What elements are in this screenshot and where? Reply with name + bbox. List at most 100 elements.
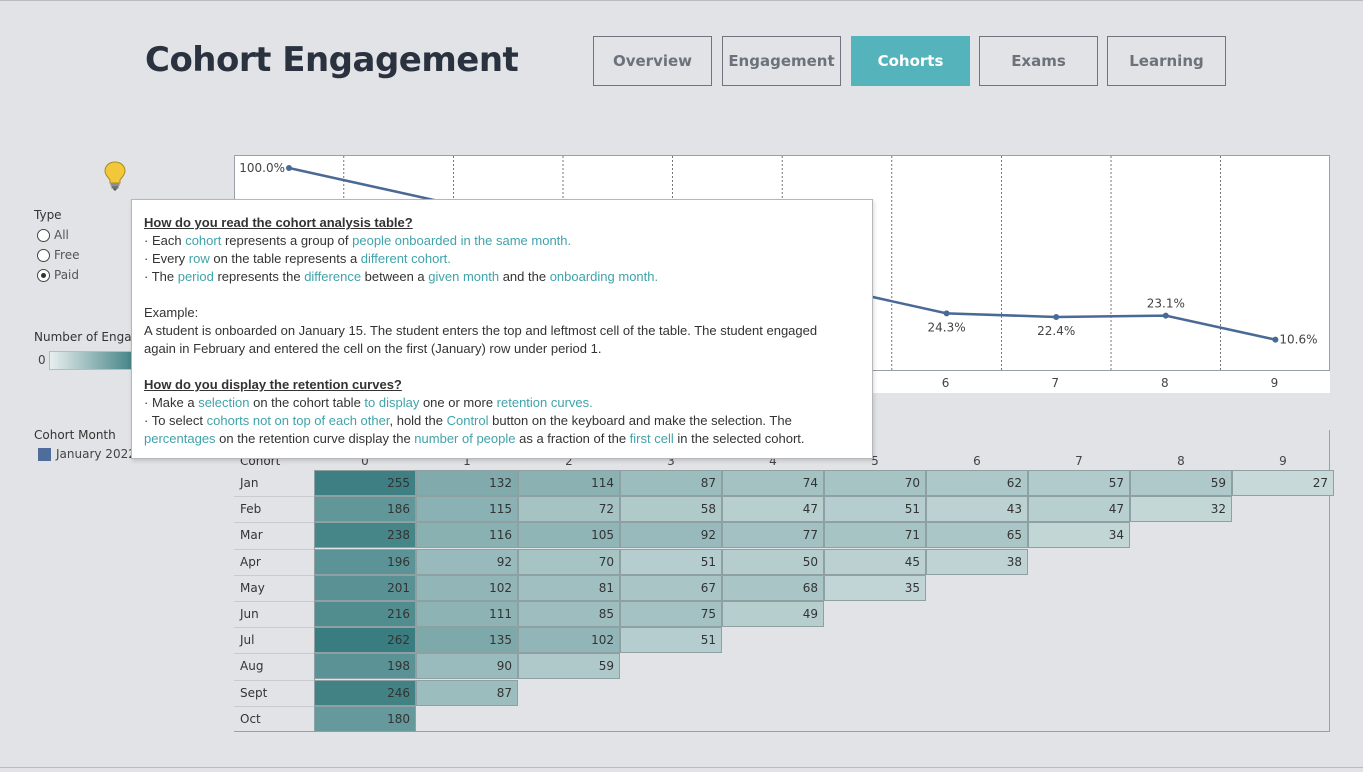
cohort-table[interactable]: Cohort 0 1 2 3 4 5 6 7 8 9 Jan 255 132 114 87 74 70 62 57 5… — [234, 430, 1334, 732]
lightbulb-icon[interactable] — [103, 160, 127, 192]
cohort-cell[interactable]: 59 — [518, 653, 620, 680]
cohort-cell[interactable]: 196 — [314, 548, 416, 575]
cohort-cell[interactable]: 116 — [416, 522, 518, 549]
cohort-cell[interactable]: 90 — [416, 653, 518, 680]
cohort-cell[interactable]: 115 — [416, 496, 518, 523]
cohort-cell[interactable]: 87 — [416, 679, 518, 706]
cohort-cell[interactable]: 72 — [518, 496, 620, 523]
data-point[interactable] — [1053, 313, 1060, 320]
cohort-cell[interactable]: 198 — [314, 653, 416, 680]
period-header: 7 — [1075, 454, 1083, 468]
period-header: 9 — [1279, 454, 1287, 468]
cohort-cell[interactable]: 51 — [620, 548, 722, 575]
cohort-cell[interactable]: 81 — [518, 574, 620, 601]
row-divider — [234, 522, 314, 524]
cohort-cell[interactable]: 186 — [314, 496, 416, 523]
cohort-cell[interactable]: 47 — [722, 496, 824, 523]
cohort-cell[interactable]: 62 — [926, 470, 1028, 496]
cohort-cell[interactable]: 34 — [1028, 522, 1130, 549]
cohort-cell[interactable]: 75 — [620, 601, 722, 627]
cohort-cell[interactable]: 50 — [722, 548, 824, 575]
tooltip-text: · Every — [144, 251, 189, 266]
cohort-cell[interactable]: 87 — [620, 470, 722, 496]
cohort-row-label[interactable]: Oct — [240, 712, 261, 726]
cohort-cell[interactable]: 70 — [824, 470, 926, 496]
cohort-cell[interactable]: 45 — [824, 548, 926, 575]
radio-button[interactable] — [37, 268, 50, 282]
cohort-cell[interactable]: 92 — [416, 548, 518, 575]
cohort-cell[interactable]: 262 — [314, 627, 416, 654]
radio-button[interactable] — [37, 248, 50, 262]
cohort-cell[interactable]: 102 — [518, 627, 620, 654]
engagement-color-ramp — [49, 351, 139, 370]
tooltip-text: percentages — [144, 431, 216, 446]
cohort-cell[interactable]: 59 — [1130, 470, 1232, 496]
tab-cohorts[interactable]: Cohorts — [851, 36, 970, 86]
radio-button[interactable] — [37, 228, 50, 242]
cohort-cell[interactable]: 102 — [416, 574, 518, 601]
data-label: 10.6% — [1279, 333, 1317, 347]
cohort-row-label[interactable]: Jun — [240, 607, 259, 621]
tooltip-example-line: A student is onboarded on January 15. Th… — [144, 323, 818, 338]
data-label: 23.1% — [1147, 297, 1185, 311]
tab-engagement[interactable]: Engagement — [722, 36, 841, 86]
cohort-cell[interactable]: 43 — [926, 496, 1028, 523]
cohort-cell[interactable]: 135 — [416, 627, 518, 654]
type-option-paid[interactable]: Paid — [37, 268, 79, 282]
cohort-month-value[interactable]: January 2022 — [56, 447, 136, 461]
cohort-cell[interactable]: 74 — [722, 470, 824, 496]
tab-overview[interactable]: Overview — [593, 36, 712, 86]
cohort-cell[interactable]: 246 — [314, 679, 416, 706]
cohort-cell[interactable]: 68 — [722, 574, 824, 601]
cohort-cell[interactable]: 51 — [620, 627, 722, 654]
cohort-cell[interactable]: 77 — [722, 522, 824, 549]
data-point[interactable] — [1162, 312, 1169, 319]
type-option-free[interactable]: Free — [37, 248, 79, 262]
cohort-cell[interactable]: 201 — [314, 574, 416, 601]
cohort-row-label[interactable]: Jul — [240, 633, 254, 647]
type-option-all[interactable]: All — [37, 228, 69, 242]
cohort-cell[interactable]: 105 — [518, 522, 620, 549]
cohort-cell[interactable]: 132 — [416, 470, 518, 496]
cohort-cell[interactable]: 38 — [926, 548, 1028, 575]
cohort-cell[interactable]: 85 — [518, 601, 620, 627]
cohort-cell[interactable]: 255 — [314, 470, 416, 496]
tooltip-text: to display — [364, 395, 420, 410]
cohort-cell[interactable]: 114 — [518, 470, 620, 496]
cohort-row-label[interactable]: Aug — [240, 659, 263, 673]
cohort-cell[interactable]: 32 — [1130, 496, 1232, 523]
cohort-cell[interactable]: 111 — [416, 601, 518, 627]
cohort-month-swatch — [38, 448, 51, 461]
data-point[interactable] — [943, 310, 950, 317]
cohort-cell[interactable]: 57 — [1028, 470, 1130, 496]
cohort-cell[interactable]: 70 — [518, 548, 620, 575]
cohort-cell[interactable]: 67 — [620, 574, 722, 601]
tooltip-text: first cell — [629, 431, 674, 446]
cohort-cell[interactable]: 71 — [824, 522, 926, 549]
cohort-cell[interactable]: 58 — [620, 496, 722, 523]
cohort-row-label[interactable]: Mar — [240, 528, 263, 542]
tooltip-text: different cohort. — [360, 251, 451, 266]
cohort-row-label[interactable]: May — [240, 581, 265, 595]
data-point[interactable] — [286, 165, 292, 171]
tab-learning[interactable]: Learning — [1107, 36, 1226, 86]
cohort-cell[interactable]: 27 — [1232, 470, 1334, 496]
cohort-row-label[interactable]: Jan — [240, 476, 259, 490]
cohort-cell[interactable]: 216 — [314, 601, 416, 627]
cohort-row-label[interactable]: Feb — [240, 502, 261, 516]
cohort-row-label[interactable]: Apr — [240, 555, 261, 569]
tab-exams[interactable]: Exams — [979, 36, 1098, 86]
cohort-row-label[interactable]: Sept — [240, 686, 267, 700]
cohort-cell[interactable]: 51 — [824, 496, 926, 523]
tooltip-text: represents the — [213, 269, 305, 284]
cohort-cell[interactable]: 238 — [314, 522, 416, 549]
cohort-cell[interactable]: 180 — [314, 705, 416, 732]
tooltip-text: given month — [428, 269, 500, 284]
tooltip-read-title: How do you read the cohort analysis tabl… — [144, 215, 413, 230]
cohort-cell[interactable]: 92 — [620, 522, 722, 549]
cohort-cell[interactable]: 49 — [722, 601, 824, 627]
cohort-cell[interactable]: 47 — [1028, 496, 1130, 523]
cohort-cell[interactable]: 65 — [926, 522, 1028, 549]
data-point[interactable] — [1272, 336, 1279, 343]
cohort-cell[interactable]: 35 — [824, 574, 926, 601]
